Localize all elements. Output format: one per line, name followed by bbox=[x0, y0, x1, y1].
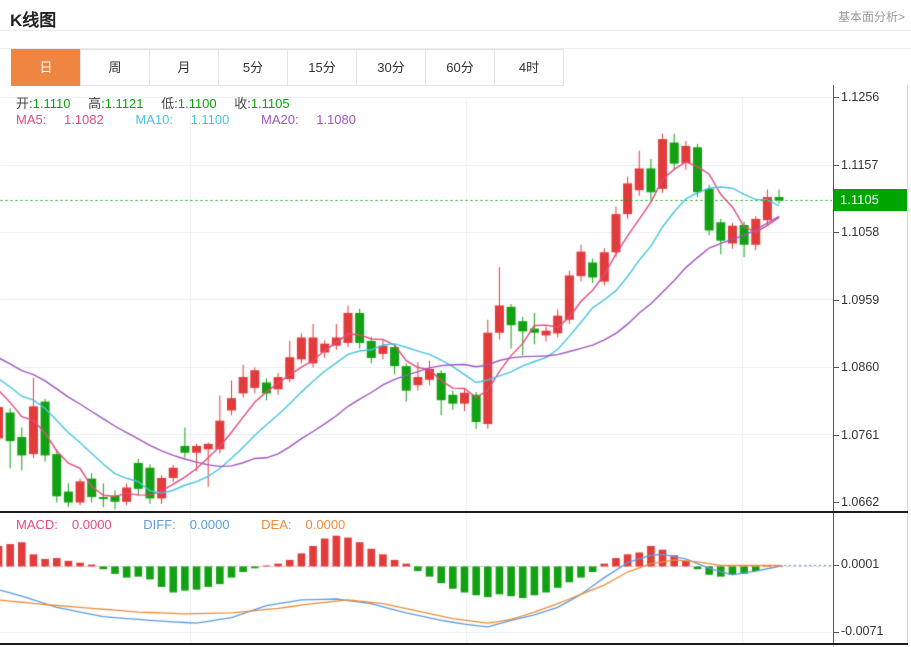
price-axis-label: 1.0959 bbox=[841, 292, 880, 307]
tab-30min[interactable]: 30分 bbox=[356, 49, 426, 86]
ma10-legend: MA10: 1.1100 bbox=[135, 112, 230, 127]
close-label: 收: bbox=[234, 96, 251, 111]
tab-60min[interactable]: 60分 bbox=[425, 49, 495, 86]
low-label: 低: bbox=[161, 96, 178, 111]
high-value: 1.1121 bbox=[104, 96, 144, 111]
close-value: 1.1105 bbox=[250, 96, 290, 111]
ma-legend: MA5: 1.1082 MA10: 1.1100 MA20: 1.1080 bbox=[16, 112, 384, 127]
tab-4hour[interactable]: 4时 bbox=[494, 49, 564, 86]
open-value: 1.1110 bbox=[32, 96, 71, 111]
page-title: K线图 bbox=[10, 11, 57, 30]
price-axis-tick bbox=[833, 164, 839, 166]
price-axis-tick bbox=[833, 232, 839, 233]
tab-month[interactable]: 月 bbox=[149, 49, 219, 86]
main-candlestick-chart[interactable] bbox=[0, 85, 832, 512]
ma5-legend: MA5: 1.1082 bbox=[16, 112, 104, 127]
price-axis-tick bbox=[833, 97, 839, 98]
tab-5min[interactable]: 5分 bbox=[218, 49, 288, 86]
right-border bbox=[907, 85, 908, 645]
diff-value-legend: DIFF: 0.0000 bbox=[143, 517, 230, 532]
tab-15min[interactable]: 15分 bbox=[287, 49, 357, 86]
price-axis-line bbox=[833, 85, 834, 645]
price-axis-label: 1.1256 bbox=[841, 90, 880, 104]
high-label: 高: bbox=[88, 96, 105, 111]
price-axis-label: 1.1157 bbox=[841, 157, 879, 172]
macd-legend: MACD: 0.0000 DIFF: 0.0000 DEA: 0.0000 bbox=[16, 517, 373, 532]
open-label: 开: bbox=[16, 96, 33, 111]
tab-week[interactable]: 周 bbox=[80, 49, 150, 86]
dea-value-legend: DEA: 0.0000 bbox=[261, 517, 346, 532]
price-axis-tick bbox=[833, 434, 839, 436]
tab-day[interactable]: 日 bbox=[11, 49, 81, 86]
price-axis-label: 1.1058 bbox=[841, 225, 880, 239]
period-tabbar: 日 周 月 5分 15分 30分 60分 4时 bbox=[0, 48, 911, 86]
price-axis-label: 1.0860 bbox=[841, 360, 880, 374]
bottom-border bbox=[0, 643, 908, 645]
kline-widget: K线图 基本面分析> 日 周 月 5分 15分 30分 60分 4时 开:1.1… bbox=[0, 0, 911, 647]
macd-axis-label-bottom: -0.0071 bbox=[841, 624, 884, 638]
macd-axis-label-top: 0.0001 bbox=[841, 557, 880, 571]
fundamental-analysis-link[interactable]: 基本面分析> bbox=[838, 8, 905, 25]
ma20-legend: MA20: 1.1080 bbox=[260, 112, 356, 127]
low-value: 1.1100 bbox=[177, 96, 217, 111]
price-axis-tick bbox=[833, 367, 839, 368]
current-price-tag: 1.1105 bbox=[834, 189, 907, 211]
title-divider bbox=[0, 30, 911, 31]
price-axis-label: 1.0662 bbox=[841, 495, 880, 509]
price-axis-label: 1.0761 bbox=[841, 427, 880, 442]
price-axis-tick bbox=[833, 502, 839, 503]
panel-separator bbox=[0, 511, 908, 513]
macd-axis-tick bbox=[833, 565, 839, 566]
macd-value-legend: MACD: 0.0000 bbox=[16, 517, 112, 532]
price-axis-tick bbox=[833, 299, 839, 301]
macd-axis-tick bbox=[833, 632, 839, 633]
ohlc-legend: 开:1.1110 高:1.1121 低:1.1100 收:1.1105 bbox=[16, 93, 304, 112]
